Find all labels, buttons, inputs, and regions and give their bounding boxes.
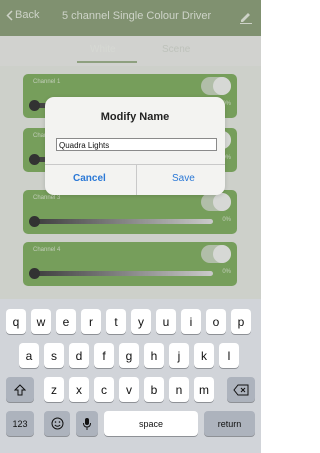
numbers-key[interactable]: 123 bbox=[6, 411, 34, 436]
key-l[interactable]: l bbox=[219, 343, 239, 368]
key-m[interactable]: m bbox=[194, 377, 214, 402]
microphone-key[interactable] bbox=[76, 411, 98, 436]
modify-name-dialog: Modify Name Quadra Lights Cancel Save bbox=[45, 97, 225, 195]
key-b[interactable]: b bbox=[144, 377, 164, 402]
key-a[interactable]: a bbox=[19, 343, 39, 368]
key-o[interactable]: o bbox=[206, 309, 226, 334]
save-button[interactable]: Save bbox=[172, 173, 195, 184]
key-g[interactable]: g bbox=[119, 343, 139, 368]
key-r[interactable]: r bbox=[81, 309, 101, 334]
key-j[interactable]: j bbox=[169, 343, 189, 368]
cancel-button[interactable]: Cancel bbox=[73, 173, 106, 184]
dialog-title: Modify Name bbox=[100, 111, 170, 123]
emoji-icon bbox=[51, 417, 63, 430]
key-p[interactable]: p bbox=[231, 309, 251, 334]
key-w[interactable]: w bbox=[31, 309, 51, 334]
key-n[interactable]: n bbox=[169, 377, 189, 402]
emoji-key[interactable] bbox=[44, 411, 70, 436]
key-h[interactable]: h bbox=[144, 343, 164, 368]
shift-arrow-icon bbox=[14, 383, 26, 395]
dialog-button-divider bbox=[136, 164, 137, 195]
key-u[interactable]: u bbox=[156, 309, 176, 334]
key-q[interactable]: q bbox=[6, 309, 26, 334]
key-e[interactable]: e bbox=[56, 309, 76, 334]
dialog-divider bbox=[45, 164, 225, 165]
microphone-icon bbox=[83, 417, 91, 430]
key-y[interactable]: y bbox=[131, 309, 151, 334]
key-s[interactable]: s bbox=[44, 343, 64, 368]
space-key[interactable]: space bbox=[104, 411, 198, 436]
return-key[interactable]: return bbox=[204, 411, 255, 436]
key-v[interactable]: v bbox=[119, 377, 139, 402]
key-x[interactable]: x bbox=[69, 377, 89, 402]
backspace-key[interactable] bbox=[227, 377, 255, 402]
shift-key[interactable] bbox=[6, 377, 34, 402]
name-input[interactable]: Quadra Lights bbox=[56, 138, 217, 151]
key-k[interactable]: k bbox=[194, 343, 214, 368]
key-t[interactable]: t bbox=[106, 309, 126, 334]
key-d[interactable]: d bbox=[69, 343, 89, 368]
key-i[interactable]: i bbox=[181, 309, 201, 334]
backspace-icon bbox=[233, 384, 249, 395]
key-z[interactable]: z bbox=[44, 377, 64, 402]
key-c[interactable]: c bbox=[94, 377, 114, 402]
key-f[interactable]: f bbox=[94, 343, 114, 368]
keyboard: q w e r t y u i o p a s d f g h j k l z … bbox=[0, 299, 261, 453]
